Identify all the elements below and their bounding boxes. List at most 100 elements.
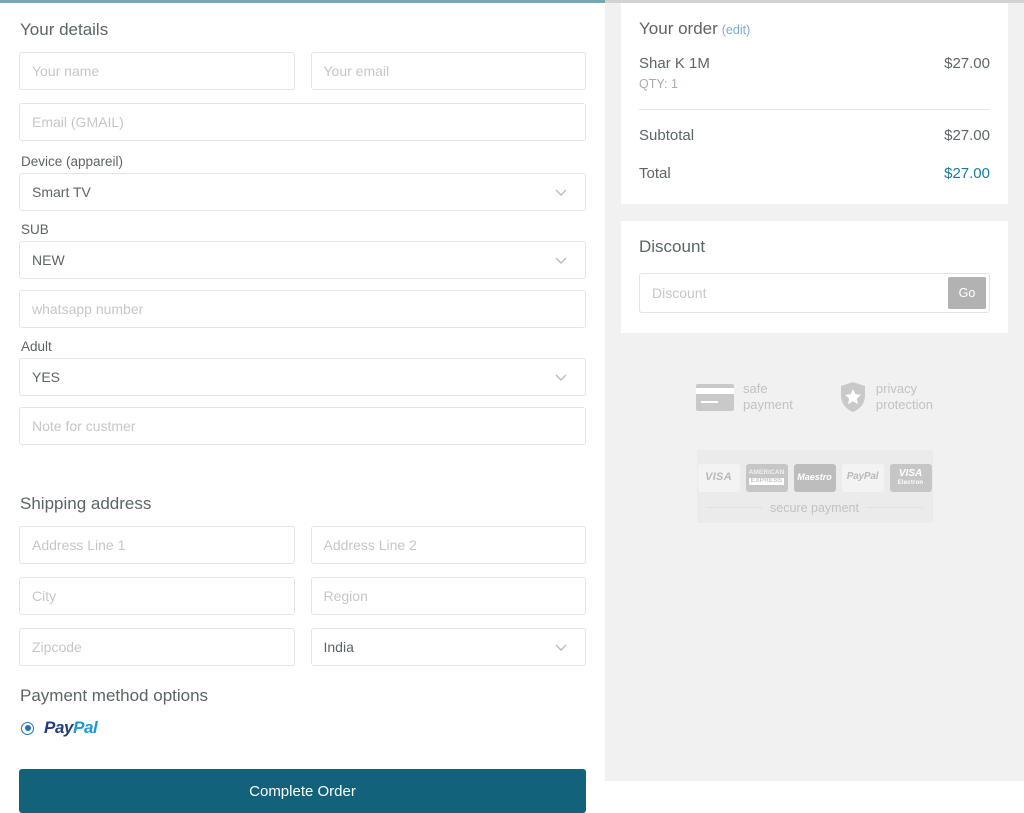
address-row-3: Zipcode India bbox=[19, 628, 586, 666]
discount-input[interactable]: Discount bbox=[640, 274, 948, 312]
subtotal-row: Subtotal $27.00 bbox=[639, 127, 990, 144]
safe-payment-text: safe payment bbox=[743, 381, 793, 414]
adult-selected-value: YES bbox=[32, 369, 61, 385]
order-line-item: Shar K 1M QTY: 1 $27.00 bbox=[639, 55, 990, 91]
adult-label: Adult bbox=[21, 339, 52, 354]
discount-input-group: Discount Go bbox=[639, 273, 990, 313]
amex-line2: EXPRESS bbox=[748, 477, 785, 485]
your-order-heading: Your order (edit) bbox=[639, 19, 990, 39]
your-details-heading: Your details bbox=[20, 20, 109, 39]
total-value: $27.00 bbox=[944, 165, 990, 182]
safe-payment-badge: safe payment bbox=[696, 381, 793, 414]
shipping-address-heading: Shipping address bbox=[20, 494, 152, 513]
paypal-logo-pay: Pay bbox=[44, 718, 74, 737]
note-field-wrap: Note for custmer bbox=[19, 407, 586, 445]
visa-electron-main: VISA bbox=[898, 468, 923, 480]
card-logos-row: VISA AMERICAN EXPRESS Maestro PayPal VIS… bbox=[697, 463, 932, 492]
privacy-protection-badge: privacy protection bbox=[839, 381, 933, 414]
your-order-panel: Your order (edit) Shar K 1M QTY: 1 $27.00… bbox=[621, 3, 1008, 204]
address-line-2-input[interactable]: Address Line 2 bbox=[310, 526, 586, 564]
email-input[interactable]: Your email bbox=[310, 52, 586, 90]
chevron-down-icon bbox=[553, 252, 569, 268]
name-input[interactable]: Your name bbox=[19, 52, 295, 90]
address1-wrap: Address Line 1 bbox=[19, 526, 295, 564]
sub-select[interactable]: NEW bbox=[19, 241, 586, 279]
safe-payment-line2: payment bbox=[743, 397, 793, 413]
edit-order-link[interactable]: (edit) bbox=[722, 23, 750, 37]
zipcode-input[interactable]: Zipcode bbox=[19, 628, 295, 666]
whatsapp-field-wrap: whatsapp number bbox=[19, 290, 586, 328]
gmail-input[interactable]: Email (GMAIL) bbox=[19, 103, 586, 141]
paypal-logo: PayPal bbox=[44, 718, 98, 738]
payment-method-heading: Payment method options bbox=[20, 686, 209, 705]
maestro-card-logo: Maestro bbox=[793, 463, 836, 492]
country-wrap: India bbox=[310, 628, 586, 666]
secure-divider-right bbox=[866, 507, 923, 508]
amex-line1: AMERICAN bbox=[748, 469, 785, 477]
order-item-name: Shar K 1M bbox=[639, 55, 710, 72]
discount-go-button[interactable]: Go bbox=[948, 277, 986, 309]
secure-payment-row: secure payment bbox=[706, 501, 923, 515]
discount-panel: Discount Discount Go bbox=[621, 221, 1008, 333]
privacy-line2: protection bbox=[875, 397, 933, 413]
sub-field-wrap: SUB NEW bbox=[19, 222, 586, 279]
credit-card-icon bbox=[696, 383, 735, 411]
region-input[interactable]: Region bbox=[310, 577, 586, 615]
paypal-radio[interactable] bbox=[21, 721, 34, 735]
city-wrap: City bbox=[19, 577, 295, 615]
safe-payment-line1: safe bbox=[743, 381, 768, 396]
subtotal-value: $27.00 bbox=[944, 127, 990, 144]
checkout-page: Your details Your name Your email Email … bbox=[0, 0, 1024, 813]
visa-card-logo: VISA bbox=[697, 463, 740, 492]
adult-select[interactable]: YES bbox=[19, 358, 586, 396]
region-wrap: Region bbox=[310, 577, 586, 615]
order-item-qty: QTY: 1 bbox=[639, 77, 678, 91]
payment-option-paypal[interactable]: PayPal bbox=[21, 716, 586, 740]
whatsapp-input[interactable]: whatsapp number bbox=[19, 290, 586, 328]
chevron-down-icon bbox=[553, 639, 569, 655]
paypal-card-logo: PayPal bbox=[841, 463, 884, 492]
privacy-protection-text: privacy protection bbox=[876, 381, 933, 414]
total-row: Total $27.00 bbox=[639, 165, 990, 182]
device-select[interactable]: Smart TV bbox=[19, 173, 586, 211]
visa-electron-sub: Electron bbox=[897, 479, 924, 486]
address2-wrap: Address Line 2 bbox=[310, 526, 586, 564]
shield-star-icon bbox=[839, 381, 867, 413]
order-summary-column: Your order (edit) Shar K 1M QTY: 1 $27.00… bbox=[605, 0, 1024, 781]
privacy-line1: privacy bbox=[875, 381, 918, 396]
sub-selected-value: NEW bbox=[32, 252, 65, 268]
order-item-info: Shar K 1M QTY: 1 bbox=[639, 55, 710, 91]
subtotal-label: Subtotal bbox=[639, 127, 695, 144]
address-row-2: City Region bbox=[19, 577, 586, 615]
device-selected-value: Smart TV bbox=[32, 184, 91, 200]
your-order-title-text: Your order bbox=[639, 19, 718, 38]
order-divider bbox=[639, 109, 990, 110]
address-line-1-input[interactable]: Address Line 1 bbox=[19, 526, 295, 564]
city-input[interactable]: City bbox=[19, 577, 295, 615]
sub-label: SUB bbox=[21, 222, 49, 237]
secure-divider-left bbox=[706, 507, 763, 508]
checkout-form-card: Your details Your name Your email Email … bbox=[0, 0, 605, 813]
country-select[interactable]: India bbox=[310, 628, 586, 666]
note-input[interactable]: Note for custmer bbox=[19, 407, 586, 445]
accepted-cards-block: VISA AMERICAN EXPRESS Maestro PayPal VIS… bbox=[696, 449, 933, 523]
total-label: Total bbox=[639, 165, 671, 182]
country-selected-value: India bbox=[323, 639, 354, 655]
discount-heading: Discount bbox=[639, 237, 706, 256]
name-email-row: Your name Your email bbox=[19, 52, 586, 90]
order-item-price: $27.00 bbox=[944, 55, 990, 72]
address-row-1: Address Line 1 Address Line 2 bbox=[19, 526, 586, 564]
paypal-logo-pal: Pal bbox=[73, 718, 98, 737]
adult-field-wrap: Adult YES bbox=[19, 339, 586, 396]
amex-card-logo: AMERICAN EXPRESS bbox=[745, 463, 788, 492]
gmail-field-wrap: Email (GMAIL) bbox=[19, 103, 586, 141]
visa-electron-card-logo: VISA Electron bbox=[889, 463, 932, 492]
trust-badges-row: safe payment privacy protection bbox=[621, 381, 1008, 414]
zipcode-wrap: Zipcode bbox=[19, 628, 295, 666]
email-field-wrap: Your email bbox=[310, 52, 586, 90]
chevron-down-icon bbox=[553, 184, 569, 200]
chevron-down-icon bbox=[553, 369, 569, 385]
device-field-wrap: Device (appareil) Smart TV bbox=[19, 154, 586, 211]
complete-order-button[interactable]: Complete Order bbox=[19, 769, 586, 813]
